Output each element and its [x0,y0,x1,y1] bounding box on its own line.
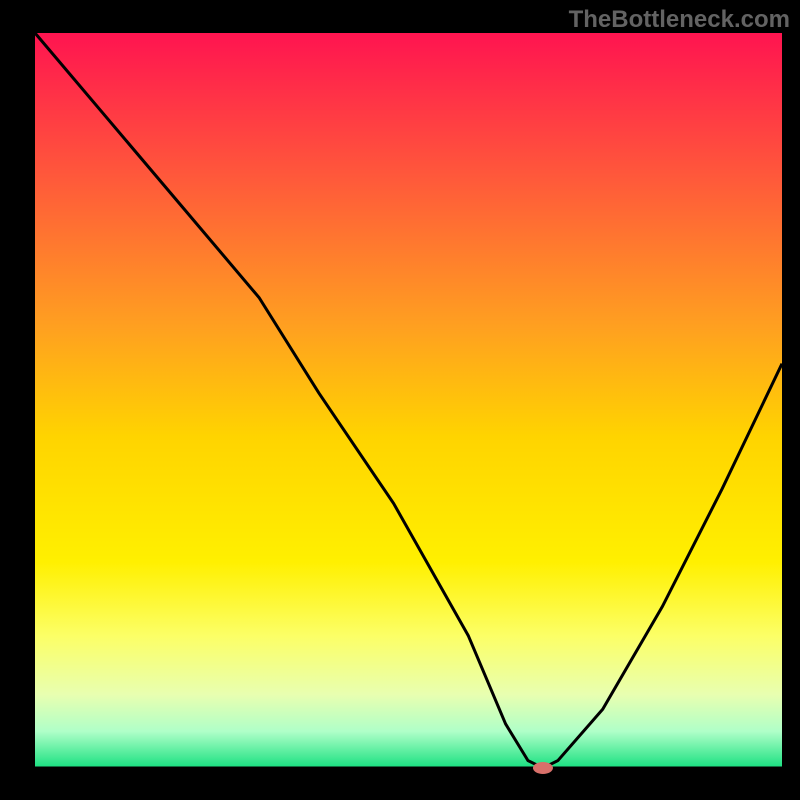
bottleneck-chart [0,0,800,800]
chart-frame: TheBottleneck.com [0,0,800,800]
optimal-marker [533,762,553,774]
watermark-text: TheBottleneck.com [569,6,790,34]
plot-background [35,33,782,768]
